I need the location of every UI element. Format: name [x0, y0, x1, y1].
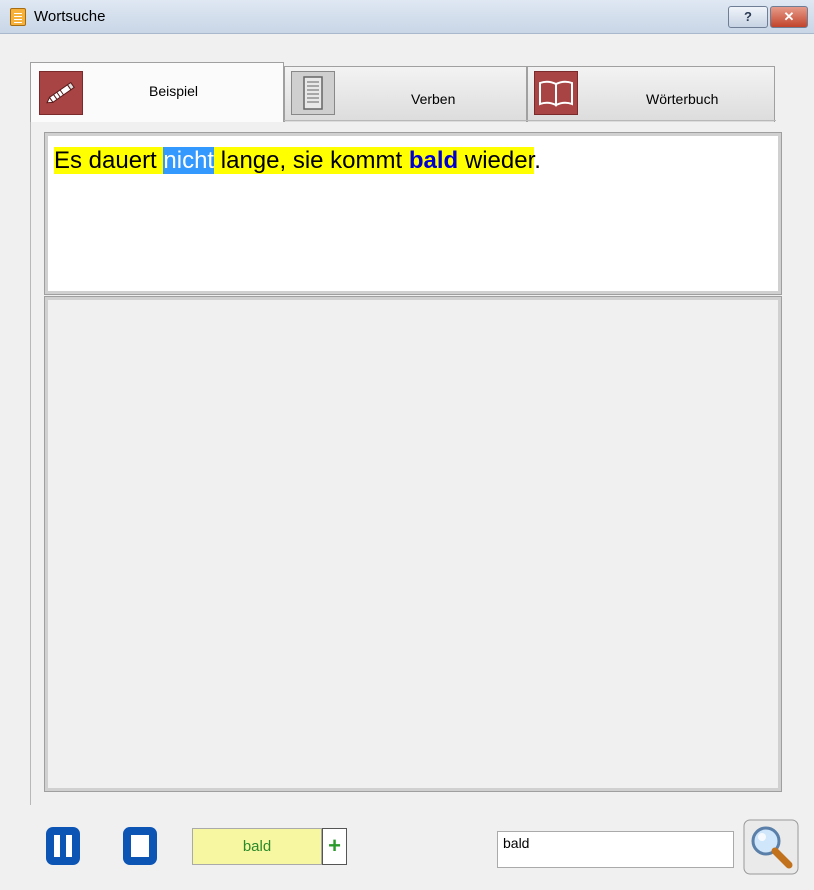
- window-title: Wortsuche: [34, 8, 106, 25]
- sentence-text: lange, sie kommt: [214, 147, 409, 174]
- tab-woerterbuch[interactable]: Wörterbuch: [527, 66, 775, 122]
- tab-verben-label: Verben: [411, 91, 456, 107]
- open-book-icon: [534, 71, 578, 115]
- search-input[interactable]: [497, 831, 734, 868]
- sentence-text: wieder: [458, 147, 535, 174]
- matched-word[interactable]: bald: [408, 147, 459, 174]
- tab-woerterbuch-label: Wörterbuch: [646, 91, 719, 107]
- close-button[interactable]: ✕: [770, 6, 808, 28]
- example-sentence: Es dauert nicht lange, sie kommt bald wi…: [54, 146, 541, 176]
- tab-beispiel[interactable]: Beispiel: [30, 62, 284, 122]
- current-word-chip[interactable]: bald: [192, 828, 322, 865]
- pause-icon: [46, 827, 80, 865]
- stop-button[interactable]: [121, 825, 159, 867]
- sentence-period: .: [534, 147, 541, 174]
- results-panel[interactable]: [44, 296, 782, 792]
- stop-icon: [123, 827, 157, 865]
- sentence-text: Es dauert: [54, 147, 164, 174]
- tab-verben[interactable]: Verben: [284, 66, 527, 122]
- document-list-icon: [291, 71, 335, 115]
- title-bar: Wortsuche ? ✕: [0, 0, 814, 34]
- pen-icon: [39, 71, 83, 115]
- help-button[interactable]: ?: [728, 6, 768, 28]
- app-icon: [10, 8, 26, 26]
- tab-beispiel-label: Beispiel: [149, 83, 199, 99]
- search-button[interactable]: [743, 819, 799, 875]
- pause-button[interactable]: [44, 825, 82, 867]
- magnifier-icon: [743, 819, 799, 875]
- selected-word[interactable]: nicht: [163, 147, 215, 174]
- add-word-button[interactable]: +: [322, 828, 347, 865]
- example-sentence-panel: Es dauert nicht lange, sie kommt bald wi…: [44, 132, 782, 295]
